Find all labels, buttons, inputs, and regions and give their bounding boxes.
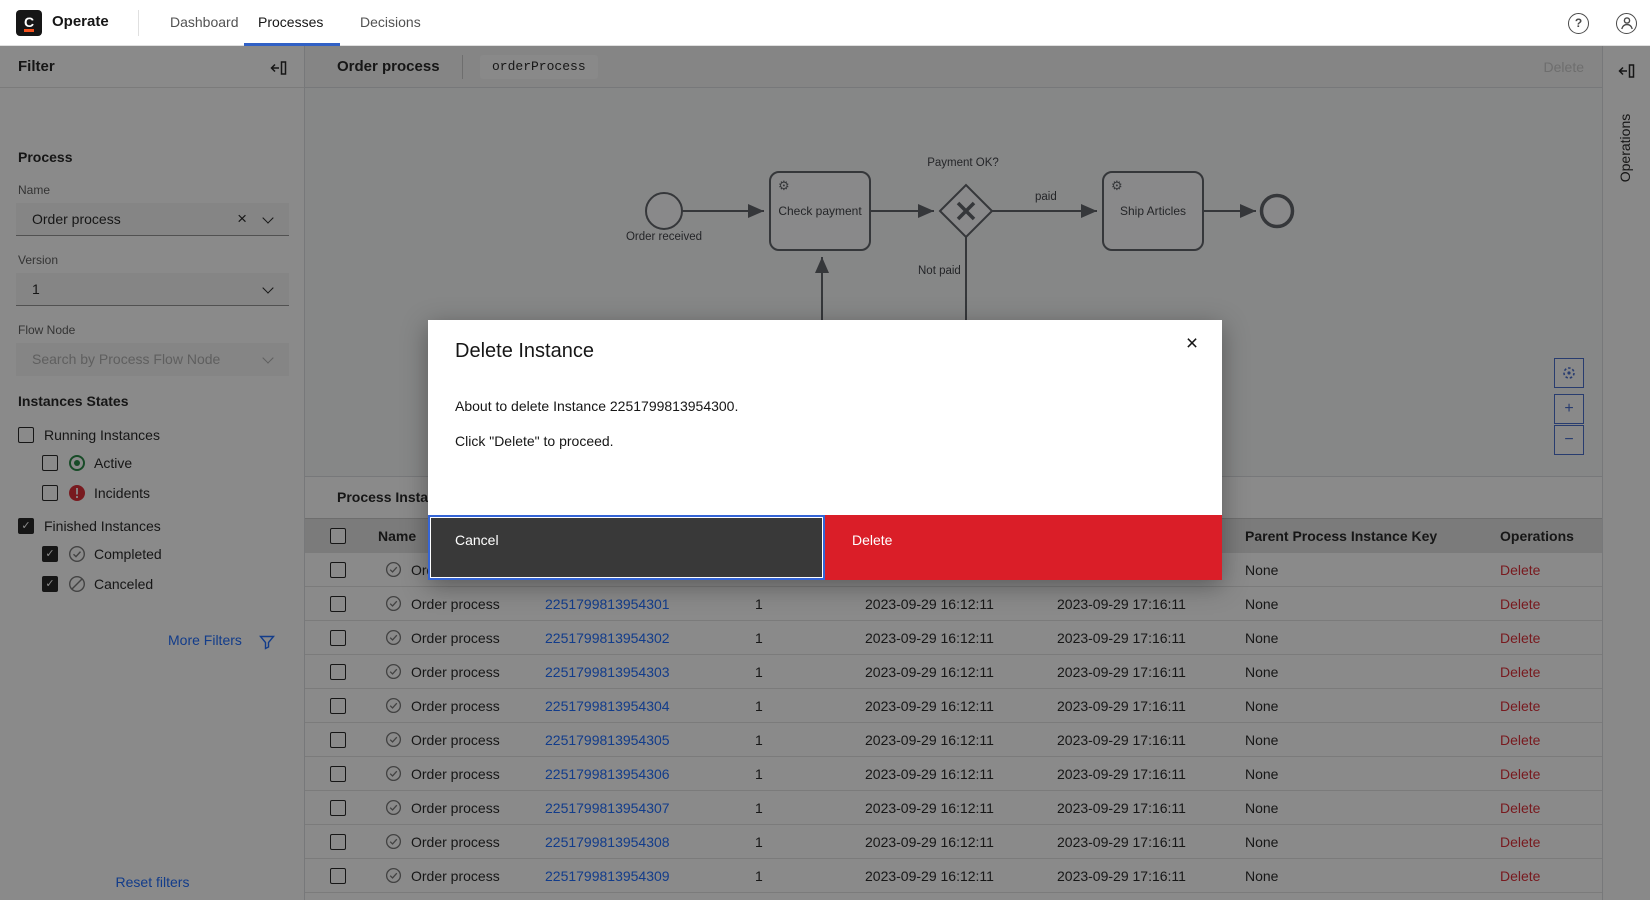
camunda-logo-icon: C [16,10,42,36]
delete-instance-modal: Delete Instance × About to delete Instan… [428,320,1222,580]
active-tab-underline [244,43,340,46]
close-icon[interactable]: × [1176,328,1208,360]
modal-title: Delete Instance [455,340,594,363]
modal-message-2: Click "Delete" to proceed. [455,433,614,449]
nav-divider [138,10,139,36]
modal-message-1: About to delete Instance 225179981395430… [455,398,738,414]
delete-button[interactable]: Delete [825,515,1222,580]
product-title: Operate [52,13,109,30]
tab-dashboard[interactable]: Dashboard [170,14,239,30]
help-icon[interactable]: ? [1568,13,1589,34]
tab-decisions[interactable]: Decisions [360,14,421,30]
cancel-button[interactable]: Cancel [428,515,825,580]
modal-footer: Cancel Delete [428,515,1222,580]
user-icon[interactable] [1616,13,1637,34]
app-frame: C Operate Dashboard Processes Decisions … [0,0,1650,900]
tab-processes[interactable]: Processes [258,14,323,30]
top-nav: C Operate Dashboard Processes Decisions … [0,0,1650,46]
